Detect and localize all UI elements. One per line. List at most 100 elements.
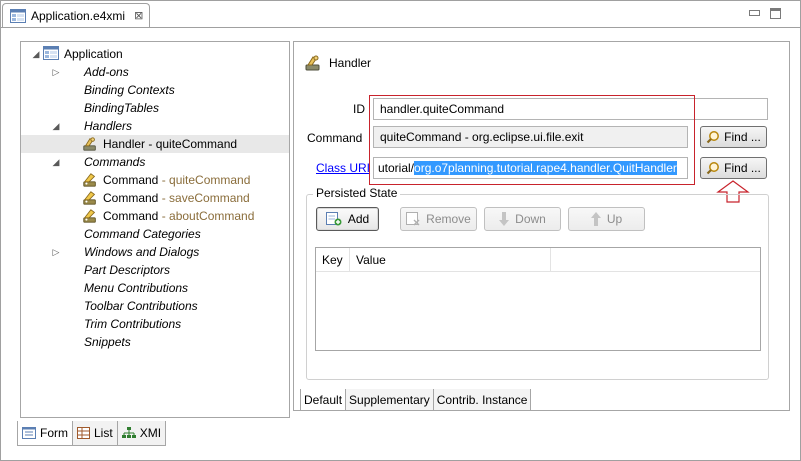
collapsed-arrow-icon[interactable]: ▷ <box>51 67 61 77</box>
class-uri-prefix: utorial/ <box>378 161 415 175</box>
tab-xmi[interactable]: XMI <box>116 421 167 446</box>
tree-item[interactable]: Command - aboutCommand <box>21 207 289 225</box>
remove-button[interactable]: Remove <box>400 207 477 231</box>
details-header: Handler <box>304 54 371 72</box>
tree-item[interactable]: Command - saveCommand <box>21 189 289 207</box>
expanded-arrow-icon[interactable]: ◢ <box>31 49 41 59</box>
list-icon <box>77 427 90 439</box>
tree-item[interactable]: ◢ Commands <box>21 153 289 171</box>
tree-item-label: Part Descriptors <box>84 263 170 277</box>
find-class-button[interactable]: Find ... <box>700 157 767 179</box>
minimize-icon[interactable] <box>749 10 760 16</box>
tree-item-text: Commands <box>84 155 146 169</box>
down-button[interactable]: Down <box>484 207 561 231</box>
tree-item-suffix: - saveCommand <box>158 191 250 205</box>
tree-item-label: Commands <box>84 155 145 169</box>
details-tabs: Default Supplementary Contrib. Instance <box>300 389 532 411</box>
tree-item-text: BindingTables <box>84 101 159 115</box>
id-label: ID <box>353 102 365 116</box>
tab-form[interactable]: Form <box>17 421 73 446</box>
class-uri-selected-text: org.o7planning.tutorial.rape4.handler.Qu… <box>414 161 677 175</box>
persisted-state-table[interactable]: Key Value <box>315 247 761 351</box>
maximize-icon[interactable] <box>770 8 781 19</box>
tree-item[interactable]: Command - quiteCommand <box>21 171 289 189</box>
tree-item[interactable]: Menu Contributions <box>21 279 289 297</box>
editor-tab[interactable]: Application.e4xmi ⊠ <box>2 3 150 27</box>
command-field-value: quiteCommand - org.eclipse.ui.file.exit <box>380 130 584 144</box>
tree-item[interactable]: Binding Contexts <box>21 81 289 99</box>
tree-item-text: Application <box>64 47 123 61</box>
tree-item[interactable]: ▷ Windows and Dialogs <box>21 243 289 261</box>
expanded-arrow-icon[interactable]: ◢ <box>51 157 61 167</box>
class-uri-field[interactable]: utorial/org.o7planning.tutorial.rape4.ha… <box>373 157 688 179</box>
tab-contrib-instance[interactable]: Contrib. Instance <box>432 389 532 411</box>
tree-item-label: Windows and Dialogs <box>84 245 199 259</box>
tree-item-text: Command <box>103 209 159 223</box>
up-button[interactable]: Up <box>568 207 645 231</box>
tree-item-text: Handler - quiteCommand <box>103 137 238 151</box>
up-button-label: Up <box>606 212 623 226</box>
find-class-label: Find ... <box>724 161 761 175</box>
arrow-down-icon <box>499 212 510 226</box>
tree-item-text: Command <box>103 191 159 205</box>
editor-tab-title: Application.e4xmi <box>31 8 126 23</box>
tree-item-label: Handlers <box>84 119 132 133</box>
tree-item-text: Toolbar Contributions <box>84 299 198 313</box>
command-icon <box>82 208 98 224</box>
tree-item[interactable]: BindingTables <box>21 99 289 117</box>
page-title: Handler <box>329 56 372 70</box>
magnifier-icon <box>706 131 720 144</box>
tree-item-label: Binding Contexts <box>84 83 175 97</box>
close-tab-icon[interactable]: ⊠ <box>134 9 143 22</box>
id-field-value: handler.quiteCommand <box>380 102 505 116</box>
tree-item[interactable]: Trim Contributions <box>21 315 289 333</box>
app-icon <box>43 46 59 62</box>
arrow-up-icon <box>590 212 601 226</box>
find-command-button[interactable]: Find ... <box>700 126 767 148</box>
tab-xmi-label: XMI <box>139 426 162 440</box>
tree-item-label: Command - quiteCommand <box>103 173 250 187</box>
xmi-tree-icon <box>121 427 136 438</box>
class-uri-link[interactable]: Class URI <box>316 161 370 175</box>
tree-item-text: Trim Contributions <box>84 317 182 331</box>
command-icon <box>82 172 98 188</box>
id-field[interactable]: handler.quiteCommand <box>373 98 768 120</box>
table-header: Key Value <box>316 248 760 272</box>
tree-item-label: Toolbar Contributions <box>84 299 198 313</box>
model-tree[interactable]: ◢ Application ▷ Add-ons Binding Contexts Bind… <box>20 41 290 418</box>
add-button-label: Add <box>347 212 370 226</box>
tree-item-label: Snippets <box>84 335 131 349</box>
editor-bottom-tabs: Form List XMI <box>17 421 167 446</box>
expanded-arrow-icon[interactable]: ◢ <box>51 121 61 131</box>
tree-item[interactable]: Snippets <box>21 333 289 351</box>
tree-item[interactable]: Toolbar Contributions <box>21 297 289 315</box>
tree-item[interactable]: Command Categories <box>21 225 289 243</box>
command-label: Command <box>307 131 363 145</box>
column-value[interactable]: Value <box>350 248 551 271</box>
tab-default[interactable]: Default <box>300 389 347 411</box>
e4xmi-file-icon <box>10 8 26 23</box>
tree-item-label: Trim Contributions <box>84 317 181 331</box>
tree-item-text: Windows and Dialogs <box>84 245 200 259</box>
command-field[interactable]: quiteCommand - org.eclipse.ui.file.exit <box>373 126 688 148</box>
add-button[interactable]: Add <box>316 207 379 231</box>
tree-item[interactable]: ▷ Add-ons <box>21 63 289 81</box>
tree-item-text: Handlers <box>84 119 133 133</box>
tab-supplementary[interactable]: Supplementary <box>345 389 434 411</box>
form-icon <box>22 427 36 439</box>
tab-list[interactable]: List <box>72 421 118 446</box>
handler-icon <box>305 55 320 71</box>
tree-item[interactable]: Part Descriptors <box>21 261 289 279</box>
tree-item-text: Command <box>103 173 159 187</box>
tab-list-label: List <box>94 426 113 440</box>
tree-item-text: Snippets <box>84 335 131 349</box>
collapsed-arrow-icon[interactable]: ▷ <box>51 247 61 257</box>
tree-item[interactable]: ◢ Application <box>21 45 289 63</box>
magnifier-icon <box>706 162 720 175</box>
tree-item[interactable]: ◢ Handlers <box>21 117 289 135</box>
tree-item-label: Menu Contributions <box>84 281 188 295</box>
tree-item-label: Command - aboutCommand <box>103 209 254 223</box>
tree-item-label: Command - saveCommand <box>103 191 250 205</box>
tree-item[interactable]: Handler - quiteCommand <box>21 135 289 153</box>
column-key[interactable]: Key <box>316 248 350 271</box>
